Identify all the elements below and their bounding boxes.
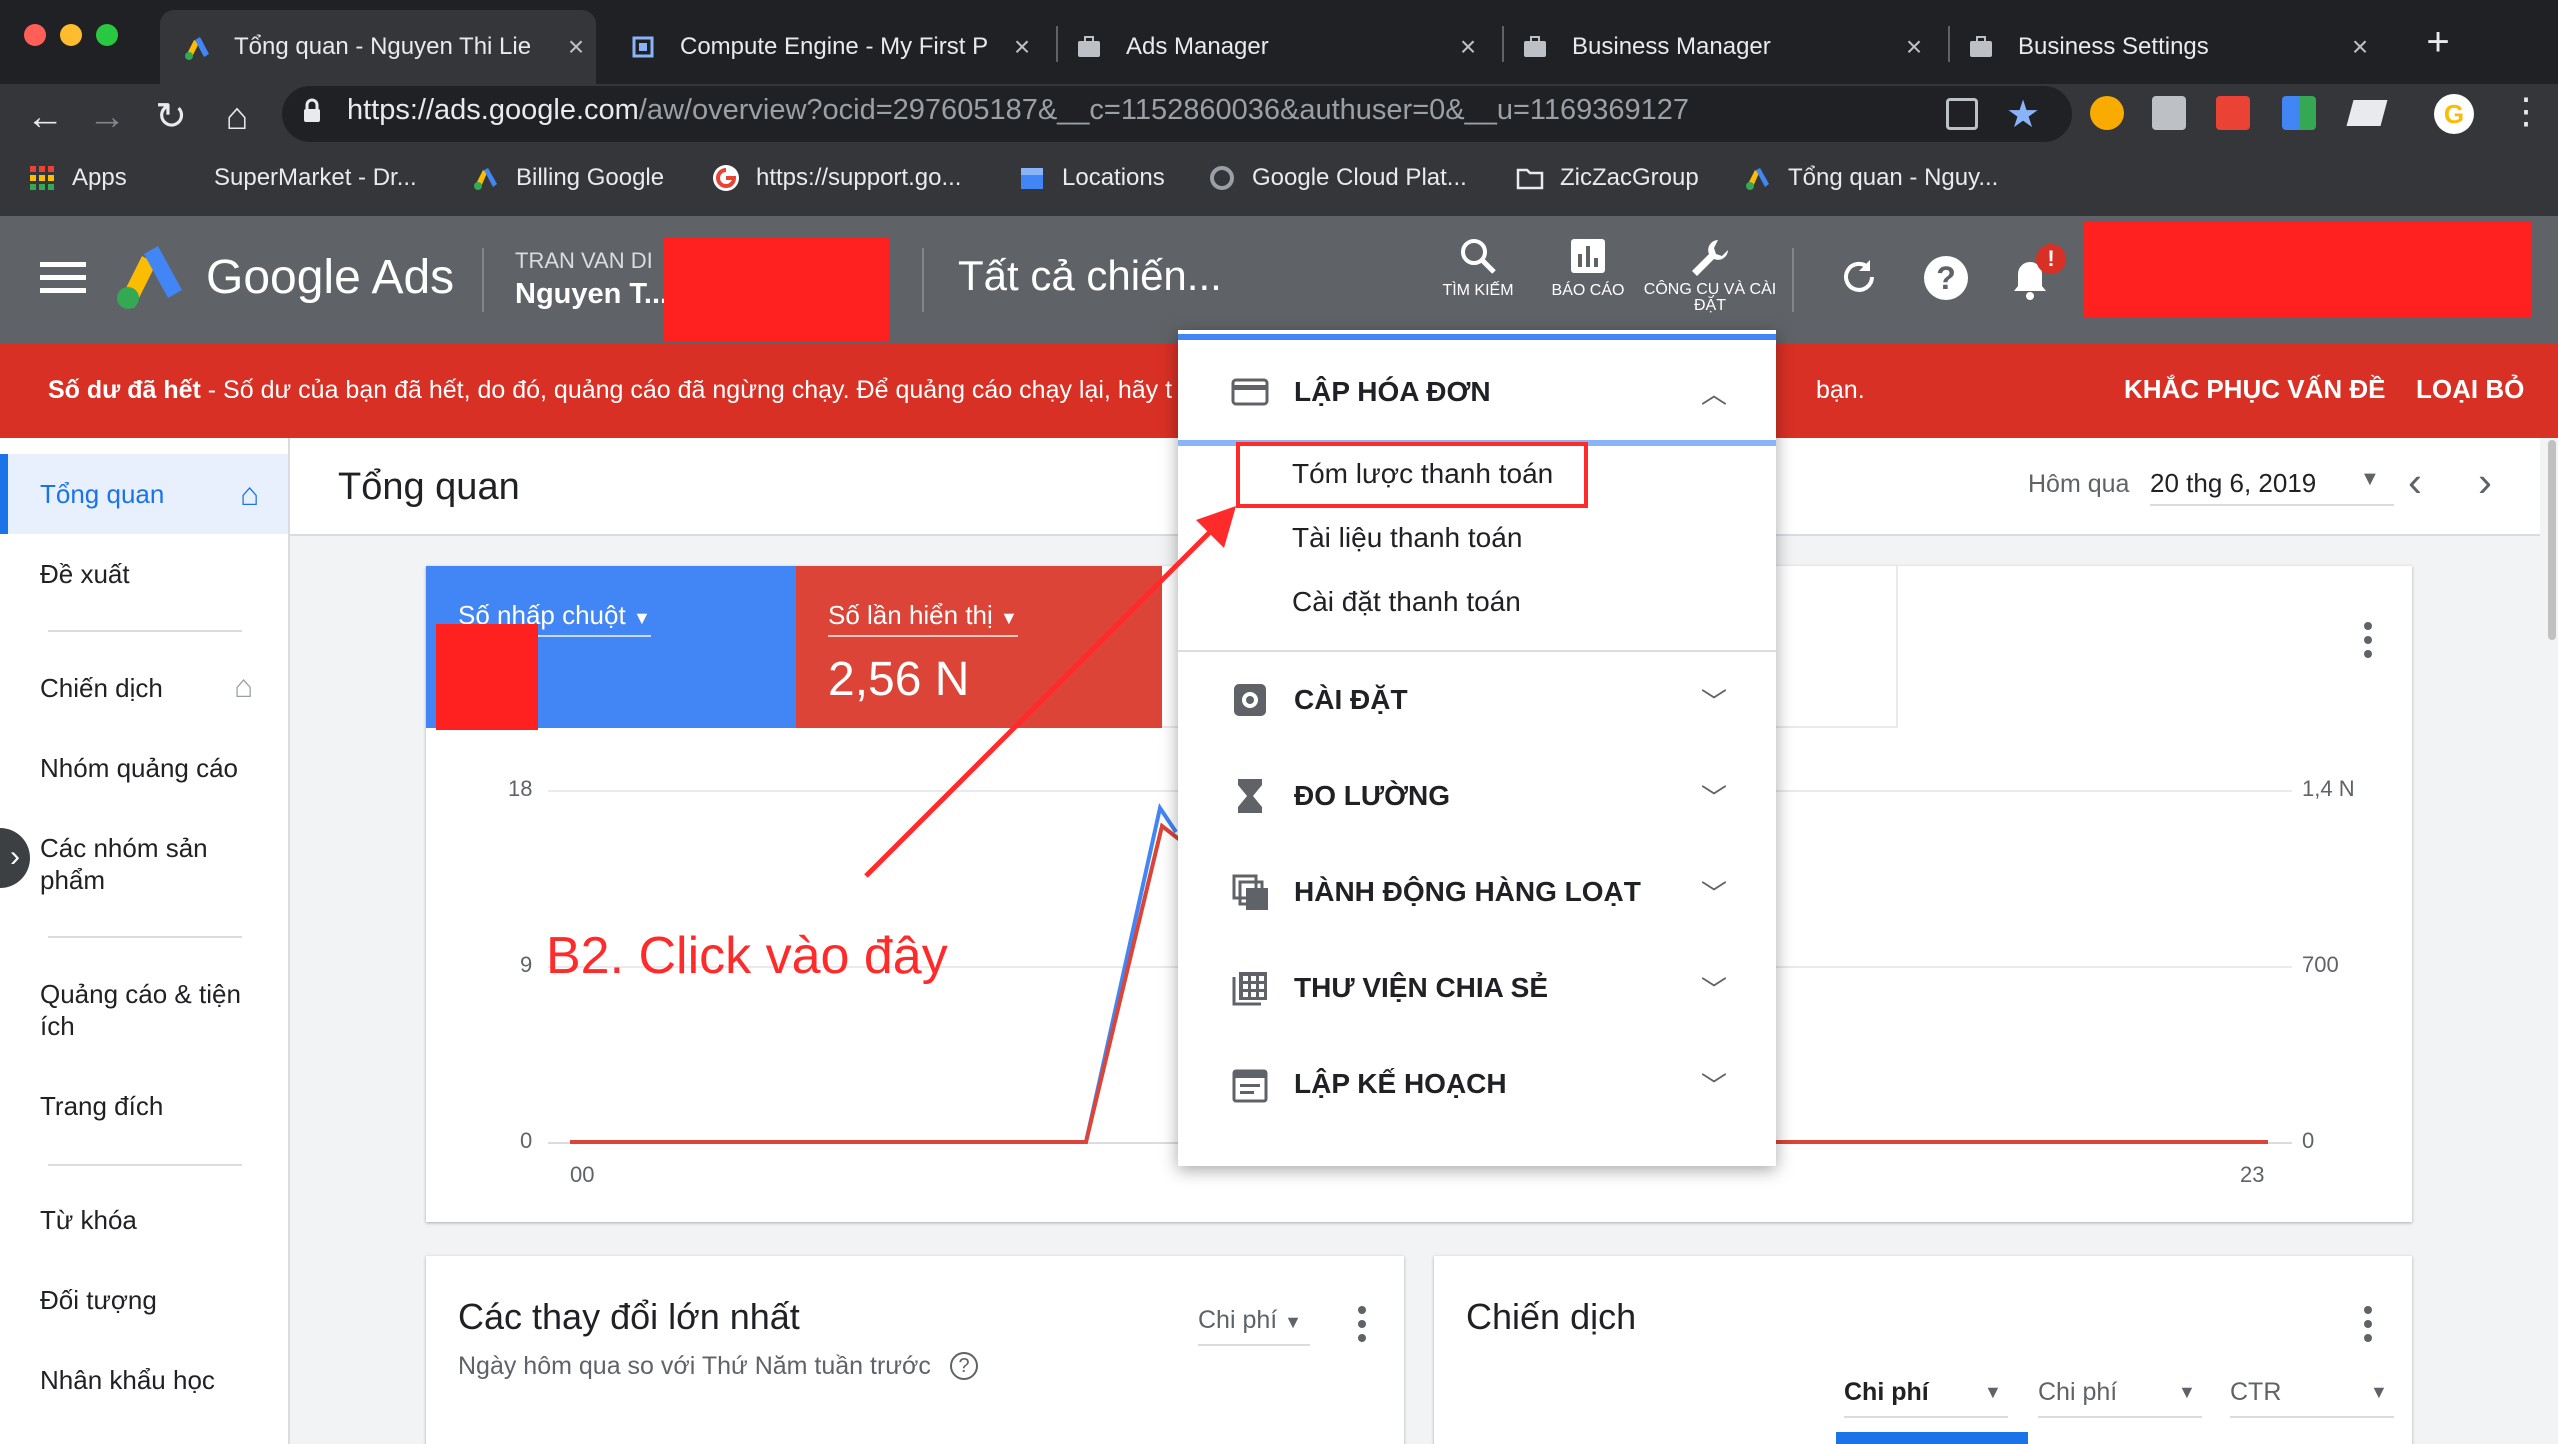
annotation-label: B2. Click vào đây bbox=[546, 927, 948, 985]
annotation-arrow bbox=[864, 506, 1236, 878]
